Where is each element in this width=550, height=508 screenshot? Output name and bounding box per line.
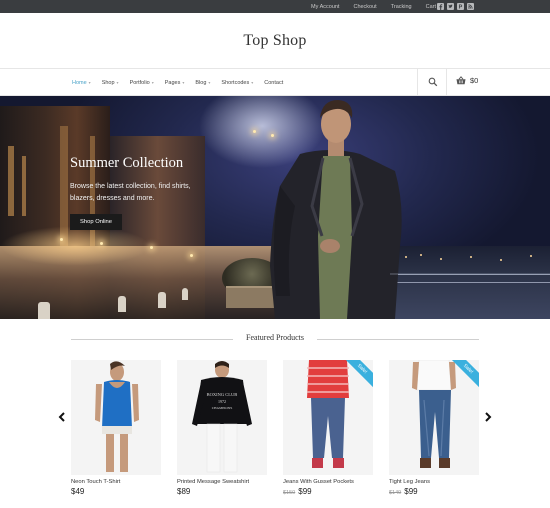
svg-text:BOXING CLUB: BOXING CLUB <box>207 392 238 397</box>
product-photo-sweatshirt: BOXING CLUB 1972 CHAMPIONS <box>177 360 267 475</box>
product-name[interactable]: Printed Message Sweatshirt <box>177 479 267 485</box>
chevron-down-icon: ▾ <box>88 80 91 85</box>
product-price: $49 <box>71 487 161 496</box>
nav-item-home[interactable]: Home ▾ <box>72 80 91 86</box>
current-price: $49 <box>71 487 85 496</box>
current-price: $99 <box>298 487 312 496</box>
cart-link[interactable]: Cart <box>426 4 436 10</box>
nav-divider <box>417 69 418 96</box>
site-header: Top Shop <box>0 13 550 69</box>
nav-item-label: Pages <box>164 79 181 86</box>
chevron-down-icon: ▾ <box>116 80 119 85</box>
nav-item-pages[interactable]: Pages ▾ <box>165 80 185 86</box>
chevron-down-icon: ▾ <box>208 80 211 85</box>
product-name[interactable]: Tight Leg Jeans <box>389 479 479 485</box>
top-bar: My Account Checkout Tracking Cart P <box>0 0 550 13</box>
product-card[interactable]: Neon Touch T-Shirt $49 <box>71 360 161 496</box>
nav-item-shortcodes[interactable]: Shortcodes ▾ <box>221 80 253 86</box>
product-photo-tank-top <box>71 360 161 475</box>
pinterest-icon[interactable]: P <box>457 3 464 10</box>
checkout-link[interactable]: Checkout <box>353 4 376 10</box>
nav-divider <box>446 69 447 96</box>
product-price: $150 $99 <box>283 487 373 496</box>
old-price: $150 <box>283 490 296 496</box>
main-navigation: Home ▾ Shop ▾ Portfolio ▾ Pages ▾ Blog ▾ Shor… <box>0 68 550 96</box>
hero-title: Summer Collection <box>70 155 184 171</box>
product-photo-jeans <box>283 360 373 475</box>
nav-menu: Home ▾ Shop ▾ Portfolio ▾ Pages ▾ Blog ▾ Shor… <box>72 69 283 96</box>
product-image[interactable] <box>71 360 161 475</box>
product-photo-tight-jeans <box>389 360 479 475</box>
product-image[interactable]: Sale! <box>283 360 373 475</box>
account-links: My Account Checkout Tracking Cart <box>311 0 436 13</box>
product-name[interactable]: Neon Touch T-Shirt <box>71 479 161 485</box>
hero-banner: Summer Collection Browse the latest coll… <box>0 96 550 319</box>
social-links: P <box>437 3 474 10</box>
nav-item-label: Home <box>72 79 87 86</box>
shop-online-button[interactable]: Shop Online <box>70 213 122 230</box>
nav-item-label: Contact <box>264 79 284 86</box>
product-name[interactable]: Jeans With Gusset Pockets <box>283 479 373 485</box>
svg-text:CHAMPIONS: CHAMPIONS <box>212 406 233 410</box>
carousel-next-arrow-icon[interactable] <box>484 412 492 422</box>
svg-text:1972: 1972 <box>218 399 226 404</box>
featured-products-title: Featured Products <box>246 333 304 342</box>
product-card[interactable]: Sale! Jeans With Gusset Pockets $150 $99 <box>283 360 373 496</box>
old-price: $149 <box>389 490 402 496</box>
svg-text:P: P <box>459 5 463 10</box>
nav-item-label: Shortcodes <box>221 79 250 86</box>
hero-description: Browse the latest collection, find shirt… <box>70 182 191 202</box>
product-card[interactable]: BOXING CLUB 1972 CHAMPIONS Printed Messa… <box>177 360 267 496</box>
nav-item-blog[interactable]: Blog ▾ <box>195 80 210 86</box>
product-card[interactable]: Sale! Tight Leg Jeans $149 $99 <box>389 360 479 496</box>
chevron-down-icon: ▾ <box>151 80 154 85</box>
product-price: $149 $99 <box>389 487 479 496</box>
nav-item-shop[interactable]: Shop ▾ <box>102 80 119 86</box>
product-image[interactable]: Sale! <box>389 360 479 475</box>
hero-content: Summer Collection Browse the latest coll… <box>70 155 240 230</box>
nav-item-contact[interactable]: Contact <box>264 80 283 86</box>
site-logo-title[interactable]: Top Shop <box>243 32 306 50</box>
nav-item-label: Portfolio <box>129 79 150 86</box>
search-icon[interactable] <box>428 77 438 87</box>
twitter-icon[interactable] <box>447 3 454 10</box>
current-price: $99 <box>404 487 418 496</box>
cart-button[interactable]: $0 <box>456 76 478 85</box>
tracking-link[interactable]: Tracking <box>391 4 412 10</box>
rss-icon[interactable] <box>467 3 474 10</box>
product-price: $89 <box>177 487 267 496</box>
chevron-down-icon: ▾ <box>251 80 254 85</box>
basket-icon <box>456 76 466 85</box>
carousel-prev-arrow-icon[interactable] <box>58 412 66 422</box>
chevron-down-icon: ▾ <box>182 80 185 85</box>
nav-item-label: Shop <box>101 79 115 86</box>
current-price: $89 <box>177 487 191 496</box>
my-account-link[interactable]: My Account <box>311 4 339 10</box>
cart-total: $0 <box>470 76 479 85</box>
product-image[interactable]: BOXING CLUB 1972 CHAMPIONS <box>177 360 267 475</box>
nav-item-portfolio[interactable]: Portfolio ▾ <box>130 80 154 86</box>
facebook-icon[interactable] <box>437 3 444 10</box>
nav-item-label: Blog <box>195 79 207 86</box>
featured-products-header: Featured Products <box>0 333 550 345</box>
